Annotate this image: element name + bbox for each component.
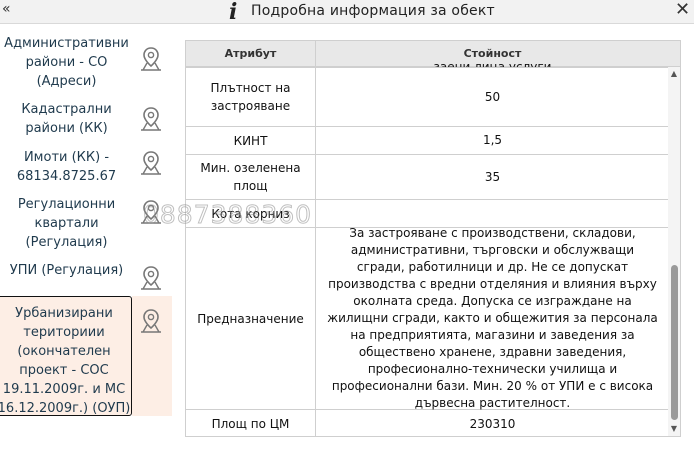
layer-item-label: УПИ (Регулация) — [9, 263, 124, 278]
dialog-title: Подробна информация за обект — [251, 3, 495, 19]
table-row: Плътност на застрояване 50 — [186, 67, 668, 127]
table-row: Площ по ЦМ 230310 — [186, 410, 668, 436]
layer-item-label: Имоти (КК) - 68134.8725.67 — [16, 150, 117, 184]
table-scrollbar[interactable]: ▲ ▼ — [668, 67, 680, 436]
map-pin-icon[interactable] — [140, 308, 162, 334]
map-pin-icon[interactable] — [140, 199, 162, 225]
map-pin-icon[interactable] — [140, 265, 162, 291]
value-cell: 1,5 — [482, 133, 503, 147]
layer-item-urbanized-territories[interactable]: Урбанизирани териториии (окончателен про… — [0, 296, 172, 416]
layer-item-label: Административни райони - СО (Адреси) — [4, 36, 129, 89]
collapse-icon[interactable]: « — [2, 1, 11, 17]
layer-item-cadastral-districts[interactable]: Кадастрални райони (КК) — [0, 100, 172, 144]
attribute-cell: КИНТ — [186, 127, 316, 154]
table-row: Предназначение За застрояване с производ… — [186, 226, 668, 410]
info-icon: i — [229, 0, 238, 25]
map-pin-icon[interactable] — [140, 150, 162, 176]
attribute-cell: Плътност на застрояване — [186, 68, 316, 126]
dialog-titlebar: « i Подробна информация за обект ✕ — [0, 0, 694, 24]
attribute-table: Атрибут Стойност заени лица услуги Плътн… — [185, 40, 681, 437]
layer-item-upi[interactable]: УПИ (Регулация) — [0, 261, 172, 295]
layer-list: Административни райони - СО (Адреси) Кад… — [0, 25, 172, 453]
value-cell: 35 — [484, 169, 501, 184]
layer-item-label: Регулационни квартали (Регулация) — [17, 197, 116, 250]
scroll-thumb[interactable] — [671, 265, 678, 420]
table-row: Кота корниз — [186, 200, 668, 228]
table-row: КИНТ 1,5 — [186, 127, 668, 155]
scroll-up-icon[interactable]: ▲ — [668, 69, 680, 79]
attribute-cell: Кота корниз — [186, 200, 316, 227]
column-header-attribute: Атрибут — [186, 41, 316, 67]
layer-item-label: Урбанизирани териториии (окончателен про… — [0, 306, 131, 416]
layer-item-admin-districts[interactable]: Административни райони - СО (Адреси) — [0, 33, 172, 93]
map-pin-icon[interactable] — [140, 106, 162, 132]
value-cell: 230310 — [469, 416, 516, 431]
attribute-cell: Предназначение — [186, 228, 316, 409]
value-cell: 50 — [484, 89, 501, 104]
attribute-cell: Площ по ЦМ — [186, 410, 316, 436]
layer-item-properties[interactable]: Имоти (КК) - 68134.8725.67 — [0, 148, 172, 190]
close-icon[interactable]: ✕ — [675, 0, 690, 20]
value-cell: За застрояване с производствени, складов… — [327, 226, 658, 410]
layer-item-regulation-blocks[interactable]: Регулационни квартали (Регулация) — [0, 195, 172, 255]
table-row: Мин. озеленена площ 35 — [186, 155, 668, 200]
map-pin-icon[interactable] — [140, 46, 162, 72]
value-cell — [317, 200, 668, 227]
scroll-down-icon[interactable]: ▼ — [668, 424, 680, 434]
layer-item-label: Кадастрални райони (КК) — [21, 102, 112, 136]
attribute-cell: Мин. озеленена площ — [186, 155, 316, 199]
